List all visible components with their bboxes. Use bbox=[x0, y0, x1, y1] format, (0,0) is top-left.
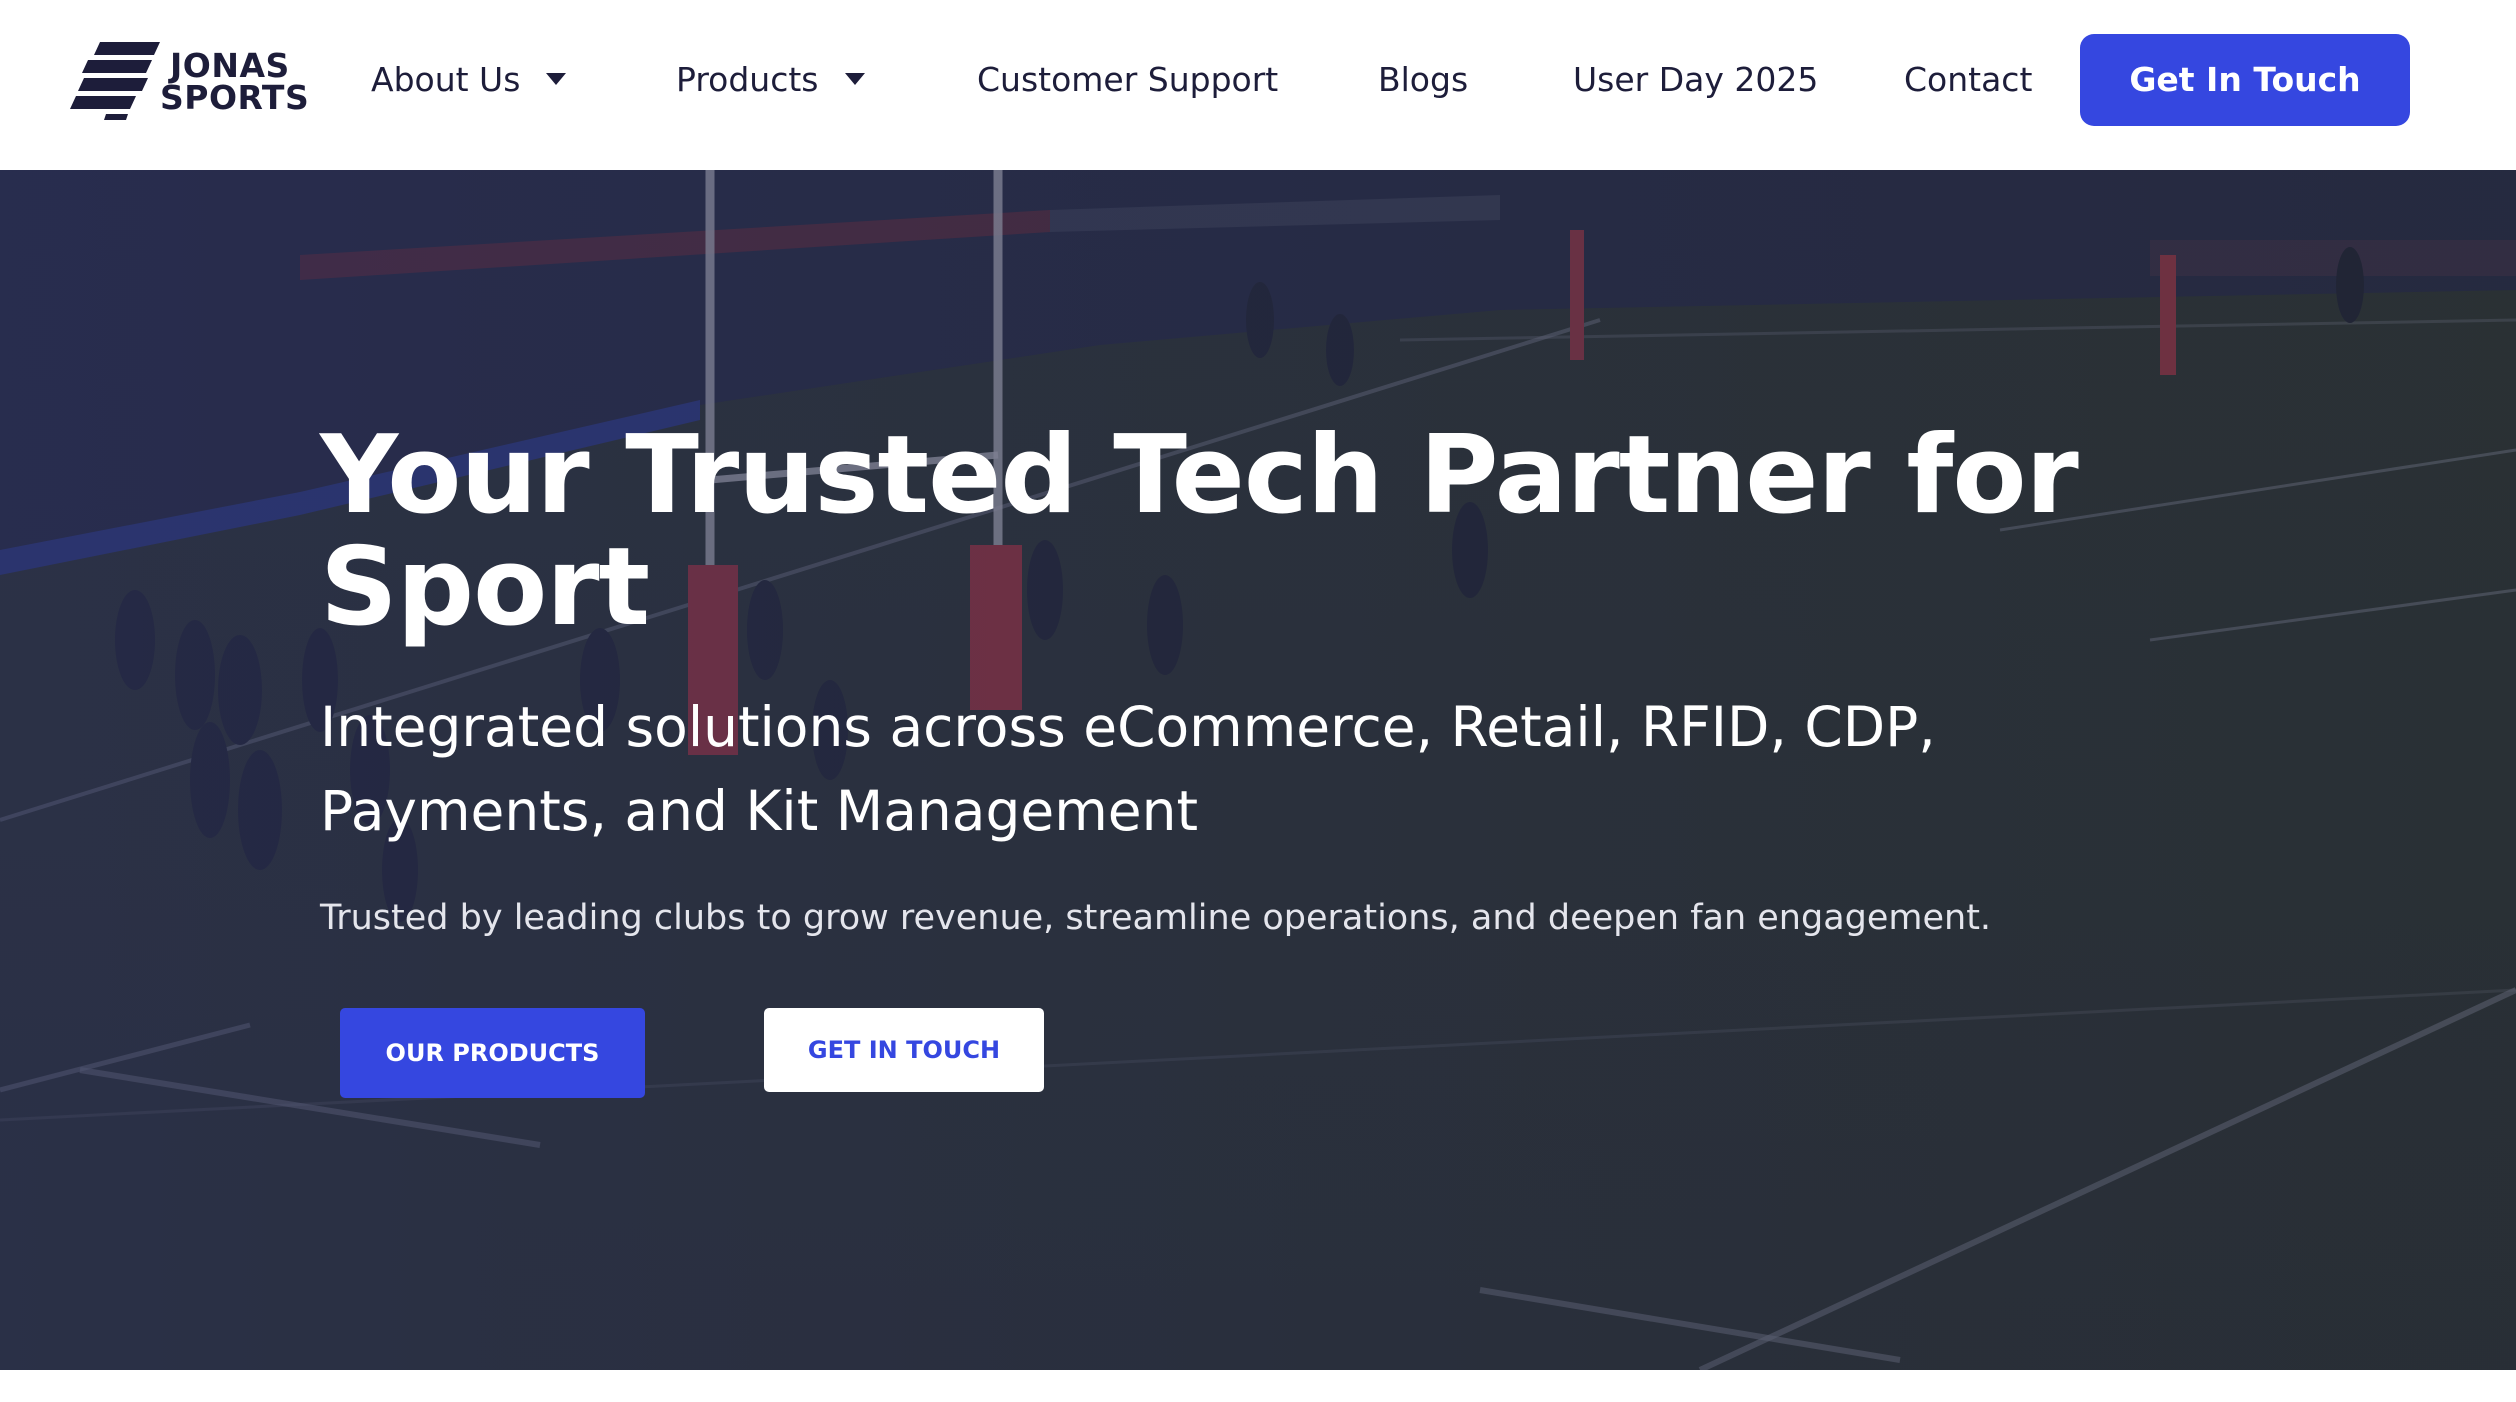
hero-title: Your Trusted Tech Partner for Sport bbox=[320, 413, 2079, 650]
hero-get-in-touch-button[interactable]: GET IN TOUCH bbox=[764, 1008, 1044, 1092]
hero-section: Your Trusted Tech Partner for Sport Inte… bbox=[0, 170, 2516, 1370]
nav-item-customer-support[interactable]: Customer Support bbox=[977, 55, 1278, 105]
nav-item-products[interactable]: Products bbox=[676, 55, 865, 105]
brand-name-line2: SPORTS bbox=[160, 78, 310, 117]
nav-item-about-us[interactable]: About Us bbox=[371, 55, 567, 105]
hero-subtitle: Integrated solutions across eCommerce, R… bbox=[320, 695, 1936, 843]
nav-item-label: Products bbox=[676, 60, 819, 99]
nav-item-contact[interactable]: Contact bbox=[1904, 55, 2032, 105]
caret-down-icon bbox=[844, 72, 865, 85]
nav-item-user-day-2025[interactable]: User Day 2025 bbox=[1573, 55, 1818, 105]
hero-description: Trusted by leading clubs to grow revenue… bbox=[320, 898, 1992, 938]
nav-item-blogs[interactable]: Blogs bbox=[1378, 55, 1468, 105]
nav-item-label: About Us bbox=[371, 60, 521, 99]
brand-wordmark: JONAS SPORTS bbox=[160, 49, 310, 117]
site-header: JONAS SPORTS About Us Products Customer … bbox=[0, 0, 2516, 170]
get-in-touch-button[interactable]: Get In Touch bbox=[2080, 34, 2410, 126]
brand-logo[interactable]: JONAS SPORTS bbox=[70, 38, 310, 122]
caret-down-icon bbox=[546, 72, 567, 85]
our-products-button[interactable]: OUR PRODUCTS bbox=[340, 1008, 645, 1098]
striped-s-icon bbox=[70, 42, 160, 120]
